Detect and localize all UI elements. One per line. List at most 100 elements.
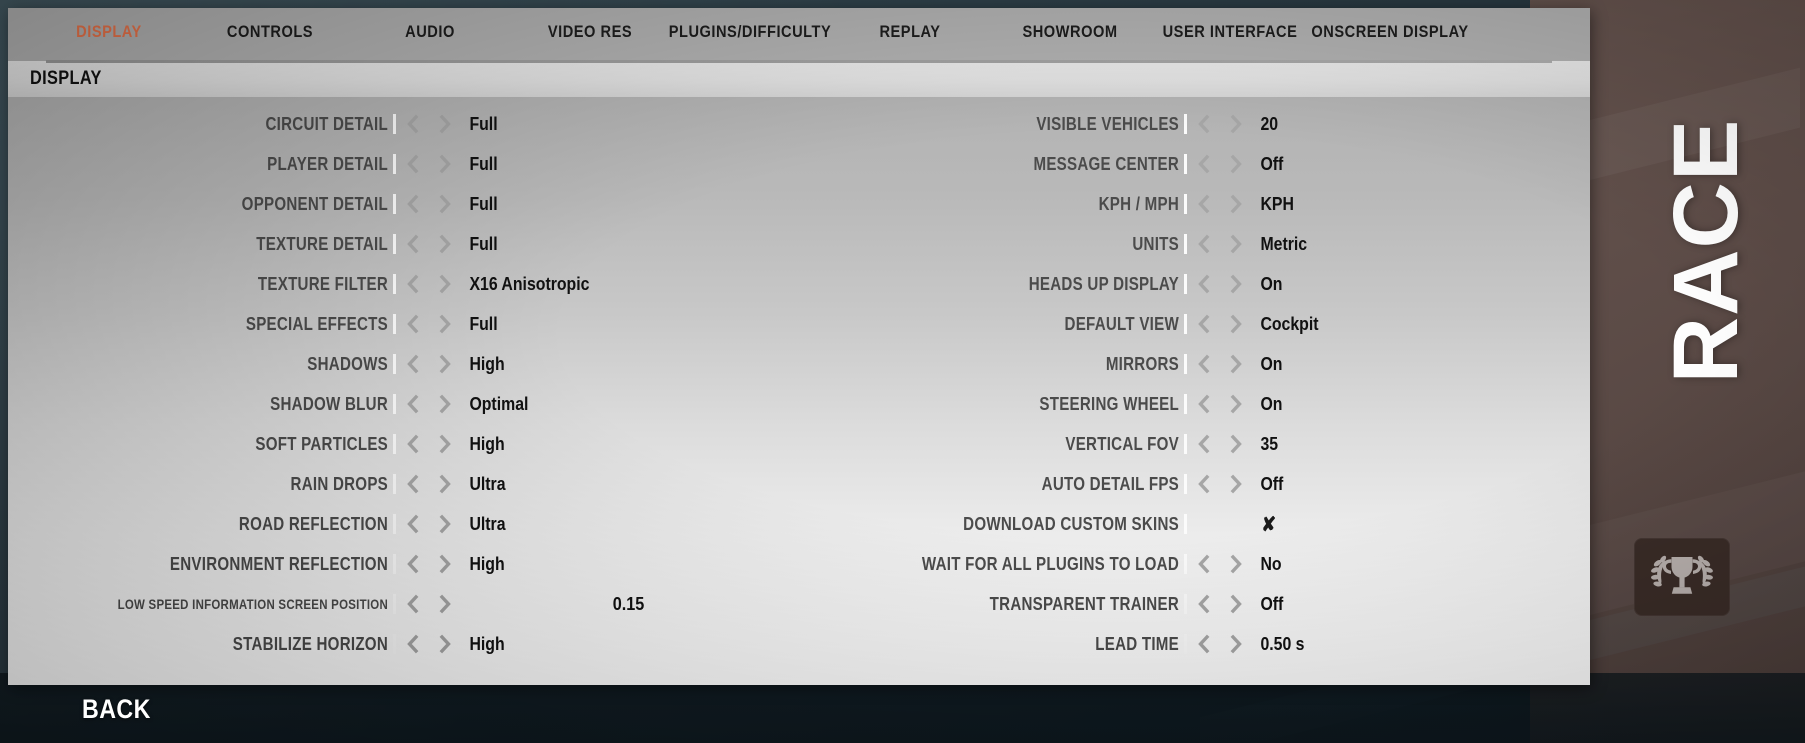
option-stepper[interactable] — [1191, 553, 1249, 575]
option-row[interactable]: STABILIZE HORIZON High — [8, 624, 799, 664]
chevron-right-icon[interactable] — [437, 513, 454, 535]
chevron-right-icon[interactable] — [1228, 113, 1245, 135]
chevron-left-icon[interactable] — [404, 113, 421, 135]
option-stepper[interactable] — [400, 193, 458, 215]
chevron-left-icon[interactable] — [1195, 473, 1212, 495]
chevron-right-icon[interactable] — [437, 593, 454, 615]
option-row[interactable]: ROAD REFLECTION Ultra — [8, 504, 799, 544]
option-stepper[interactable] — [400, 153, 458, 175]
chevron-left-icon[interactable] — [404, 633, 421, 655]
chevron-left-icon[interactable] — [404, 313, 421, 335]
option-row[interactable]: TEXTURE DETAIL Full — [8, 224, 799, 264]
chevron-left-icon[interactable] — [404, 513, 421, 535]
chevron-right-icon[interactable] — [1228, 233, 1245, 255]
chevron-right-icon[interactable] — [437, 153, 454, 175]
option-row[interactable]: SOFT PARTICLES High — [8, 424, 799, 464]
option-row[interactable]: VISIBLE VEHICLES 20 — [799, 104, 1590, 144]
chevron-left-icon[interactable] — [1195, 273, 1212, 295]
option-row[interactable]: WAIT FOR ALL PLUGINS TO LOAD No — [799, 544, 1590, 584]
option-stepper[interactable] — [1191, 353, 1249, 375]
chevron-left-icon[interactable] — [1195, 633, 1212, 655]
option-stepper[interactable] — [400, 553, 458, 575]
option-stepper[interactable] — [400, 313, 458, 335]
option-stepper[interactable] — [400, 233, 458, 255]
option-stepper[interactable] — [400, 113, 458, 135]
chevron-right-icon[interactable] — [437, 633, 454, 655]
option-row[interactable]: LEAD TIME 0.50 s — [799, 624, 1590, 664]
option-row[interactable]: ENVIRONMENT REFLECTION High — [8, 544, 799, 584]
chevron-left-icon[interactable] — [1195, 193, 1212, 215]
option-row[interactable]: MIRRORS On — [799, 344, 1590, 384]
option-stepper[interactable] — [1191, 153, 1249, 175]
option-row[interactable]: CIRCUIT DETAIL Full — [8, 104, 799, 144]
option-row[interactable]: KPH / MPH KPH — [799, 184, 1590, 224]
option-row[interactable]: SHADOW BLUR Optimal — [8, 384, 799, 424]
option-row[interactable]: UNITS Metric — [799, 224, 1590, 264]
chevron-right-icon[interactable] — [1228, 633, 1245, 655]
chevron-left-icon[interactable] — [404, 393, 421, 415]
option-stepper[interactable] — [1191, 113, 1249, 135]
chevron-right-icon[interactable] — [437, 193, 454, 215]
option-row[interactable]: AUTO DETAIL FPS Off — [799, 464, 1590, 504]
option-row[interactable]: DOWNLOAD CUSTOM SKINS ✘ — [799, 504, 1590, 544]
option-row[interactable]: PLAYER DETAIL Full — [8, 144, 799, 184]
chevron-left-icon[interactable] — [1195, 313, 1212, 335]
option-row[interactable]: SHADOWS High — [8, 344, 799, 384]
chevron-left-icon[interactable] — [1195, 553, 1212, 575]
option-row[interactable]: DEFAULT VIEW Cockpit — [799, 304, 1590, 344]
option-stepper[interactable] — [1191, 313, 1249, 335]
chevron-left-icon[interactable] — [404, 473, 421, 495]
chevron-right-icon[interactable] — [437, 313, 454, 335]
chevron-right-icon[interactable] — [437, 393, 454, 415]
option-row[interactable]: OPPONENT DETAIL Full — [8, 184, 799, 224]
chevron-left-icon[interactable] — [1195, 233, 1212, 255]
option-stepper[interactable] — [1191, 433, 1249, 455]
option-stepper[interactable] — [1191, 393, 1249, 415]
back-button[interactable]: BACK — [82, 694, 151, 725]
chevron-left-icon[interactable] — [1195, 353, 1212, 375]
option-stepper[interactable] — [1191, 193, 1249, 215]
option-stepper[interactable] — [1191, 633, 1249, 655]
chevron-left-icon[interactable] — [1195, 393, 1212, 415]
option-stepper[interactable] — [400, 513, 458, 535]
option-checkbox-value[interactable]: ✘ — [1249, 512, 1549, 537]
chevron-left-icon[interactable] — [1195, 593, 1212, 615]
chevron-right-icon[interactable] — [1228, 153, 1245, 175]
chevron-right-icon[interactable] — [437, 233, 454, 255]
option-stepper[interactable] — [400, 273, 458, 295]
chevron-left-icon[interactable] — [404, 273, 421, 295]
option-stepper[interactable] — [1191, 593, 1249, 615]
chevron-right-icon[interactable] — [437, 553, 454, 575]
chevron-right-icon[interactable] — [437, 433, 454, 455]
chevron-right-icon[interactable] — [1228, 273, 1245, 295]
option-stepper[interactable] — [400, 353, 458, 375]
option-row[interactable]: LOW SPEED INFORMATION SCREEN POSITION 0.1… — [8, 584, 799, 624]
option-row[interactable]: TRANSPARENT TRAINER Off — [799, 584, 1590, 624]
option-row[interactable]: TEXTURE FILTER X16 Anisotropic — [8, 264, 799, 304]
option-stepper[interactable] — [400, 633, 458, 655]
chevron-right-icon[interactable] — [1228, 553, 1245, 575]
option-stepper[interactable] — [400, 473, 458, 495]
trophy-badge[interactable] — [1634, 538, 1730, 616]
chevron-left-icon[interactable] — [1195, 433, 1212, 455]
chevron-left-icon[interactable] — [404, 553, 421, 575]
option-stepper[interactable] — [400, 593, 458, 615]
option-row[interactable]: RAIN DROPS Ultra — [8, 464, 799, 504]
chevron-right-icon[interactable] — [1228, 313, 1245, 335]
option-row[interactable]: STEERING WHEEL On — [799, 384, 1590, 424]
option-stepper[interactable] — [1191, 233, 1249, 255]
option-stepper[interactable] — [400, 393, 458, 415]
chevron-right-icon[interactable] — [437, 353, 454, 375]
chevron-left-icon[interactable] — [1195, 113, 1212, 135]
chevron-right-icon[interactable] — [437, 473, 454, 495]
option-row[interactable]: HEADS UP DISPLAY On — [799, 264, 1590, 304]
chevron-right-icon[interactable] — [1228, 433, 1245, 455]
tab-onscreen-display[interactable]: ONSCREEN DISPLAY — [1278, 22, 1502, 42]
option-row[interactable]: SPECIAL EFFECTS Full — [8, 304, 799, 344]
chevron-right-icon[interactable] — [1228, 593, 1245, 615]
option-row[interactable]: MESSAGE CENTER Off — [799, 144, 1590, 184]
chevron-right-icon[interactable] — [437, 113, 454, 135]
chevron-left-icon[interactable] — [404, 153, 421, 175]
chevron-right-icon[interactable] — [1228, 393, 1245, 415]
chevron-left-icon[interactable] — [404, 593, 421, 615]
